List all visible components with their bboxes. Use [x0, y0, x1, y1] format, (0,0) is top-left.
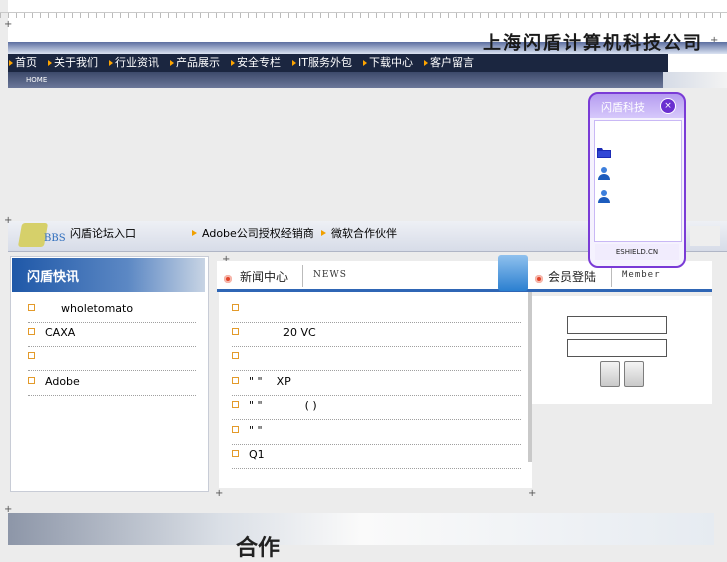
crosshair-mark: + — [4, 19, 13, 30]
bullet-icon — [232, 401, 239, 408]
news-item[interactable]: " " XP — [232, 371, 521, 396]
widget-content — [594, 120, 682, 242]
news-item-text: " " ( ) — [249, 399, 317, 412]
bullet-icon — [232, 328, 239, 335]
news-item[interactable]: Q1 — [232, 444, 521, 469]
list-item-text: wholetomato — [61, 302, 134, 315]
login-button[interactable] — [600, 361, 620, 387]
crosshair-mark: + — [4, 215, 13, 226]
news-item[interactable] — [232, 298, 521, 323]
divider — [302, 265, 303, 287]
close-icon[interactable]: × — [660, 98, 676, 114]
list-item-text: Adobe — [45, 375, 80, 388]
list-item[interactable] — [28, 346, 196, 371]
bullet-icon — [232, 450, 239, 457]
header-photo — [663, 72, 727, 88]
nav-security[interactable]: 安全专栏 — [230, 54, 291, 72]
arrow-icon — [192, 230, 197, 236]
folder-icon[interactable] — [597, 146, 611, 158]
widget-footer: ESHIELD.CN — [595, 244, 679, 260]
bottom-banner-text: 合作 — [236, 536, 281, 561]
bottom-banner — [8, 513, 714, 545]
bbs-logo-text: BBS — [44, 233, 66, 244]
nav-about[interactable]: 关于我们 — [47, 54, 108, 72]
news-item[interactable]: " " — [232, 420, 521, 445]
bullet-icon — [28, 328, 35, 335]
news-item[interactable]: 20 VC — [232, 322, 521, 347]
bullet-icon — [28, 304, 35, 311]
username-field[interactable] — [567, 316, 667, 334]
member-dot-icon — [535, 272, 543, 285]
bullet-icon — [232, 352, 239, 359]
main-nav: 首页 关于我们 行业资讯 产品展示 安全专栏 IT服务外包 下载中心 客户留言 — [8, 54, 668, 72]
list-item[interactable]: Adobe — [28, 371, 196, 396]
nav-industry-news[interactable]: 行业资讯 — [108, 54, 169, 72]
news-dot-icon — [224, 272, 232, 285]
divider — [611, 265, 612, 287]
nav-it-outsourcing[interactable]: IT服务外包 — [291, 54, 362, 72]
nav-downloads[interactable]: 下载中心 — [362, 54, 423, 72]
user-icon[interactable] — [597, 166, 610, 180]
bullet-icon — [28, 352, 35, 359]
company-name: 上海闪盾计算机科技公司 — [483, 33, 703, 54]
ms-partner-link[interactable]: 微软合作伙伴 — [321, 227, 397, 241]
forum-link[interactable]: 闪盾论坛入口 — [70, 227, 136, 241]
list-item-text: CAXA — [45, 326, 76, 339]
crosshair-mark: + — [528, 488, 537, 499]
news-item-text: " " — [249, 424, 263, 437]
home-bar: HOME — [8, 72, 663, 88]
bullet-icon — [232, 304, 239, 311]
news-item-text: Q1 — [249, 448, 265, 461]
header-ruler — [0, 12, 727, 18]
bullet-icon — [28, 377, 35, 384]
adobe-link-label: Adobe公司授权经销商 — [202, 227, 314, 240]
nav-guestbook[interactable]: 客户留言 — [423, 54, 484, 72]
list-item[interactable]: wholetomato — [28, 298, 196, 323]
widget-title: 闪盾科技 — [601, 101, 645, 114]
news-item[interactable] — [232, 346, 521, 371]
monitor-icon — [498, 255, 528, 291]
arrow-icon — [321, 230, 326, 236]
member-title: 会员登陆 — [548, 270, 597, 284]
crosshair-mark: + — [215, 488, 224, 499]
news-item[interactable]: " " ( ) — [232, 395, 521, 420]
nav-products[interactable]: 产品展示 — [169, 54, 230, 72]
flash-news-title: 闪盾快讯 — [27, 270, 80, 285]
news-title-en: NEWS — [313, 270, 347, 280]
user-icon[interactable] — [597, 189, 610, 203]
news-item-text: 20 VC — [283, 326, 316, 339]
list-item[interactable]: CAXA — [28, 322, 196, 347]
bullet-icon — [232, 377, 239, 384]
news-item-text: " " XP — [249, 375, 291, 388]
register-button[interactable] — [624, 361, 644, 387]
news-title: 新闻中心 — [240, 270, 289, 284]
nav-home[interactable]: 首页 — [8, 54, 47, 72]
bullet-icon — [232, 426, 239, 433]
adobe-logo — [690, 226, 720, 246]
adobe-link[interactable]: Adobe公司授权经销商 — [192, 227, 314, 241]
member-title-en: Member — [622, 270, 661, 280]
password-field[interactable] — [567, 339, 667, 357]
ms-partner-label: 微软合作伙伴 — [331, 227, 397, 240]
